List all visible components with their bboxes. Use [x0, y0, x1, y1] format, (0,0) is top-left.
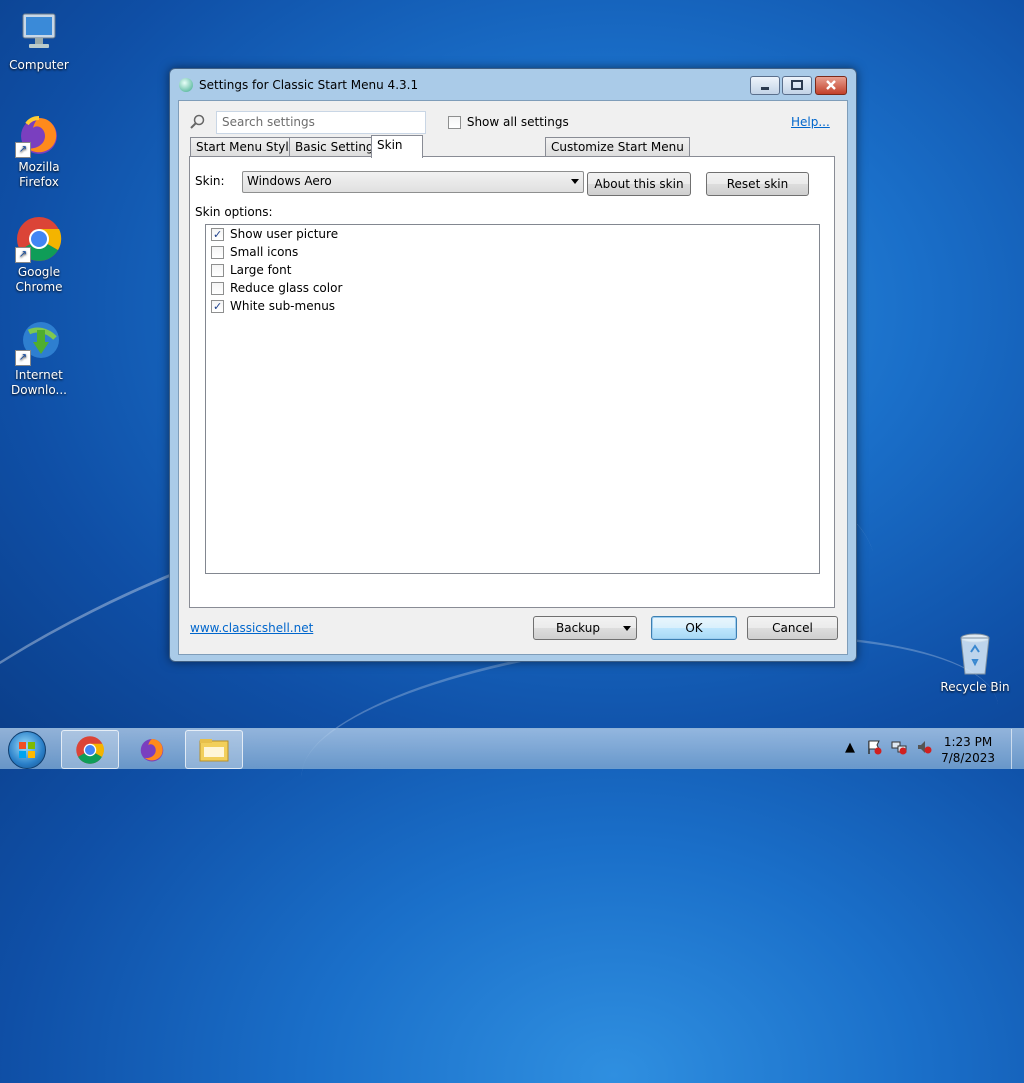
tab-start-menu-style[interactable]: Start Menu Style — [190, 137, 303, 157]
desktop-icon-label: Chrome — [15, 280, 63, 294]
show-all-settings-checkbox[interactable]: Show all settings — [448, 115, 569, 129]
tab-customize-start-menu[interactable]: Customize Start Menu — [545, 137, 690, 157]
skin-selected-value: Windows Aero — [247, 174, 332, 188]
desktop-icon-label: Computer — [9, 58, 69, 72]
shortcut-arrow-icon: ↗ — [15, 142, 31, 158]
skin-select[interactable]: Windows Aero — [242, 171, 584, 193]
option-label: Large font — [230, 263, 292, 277]
list-item[interactable]: Large font — [211, 261, 291, 279]
desktop-icon-label: Internet — [15, 368, 63, 382]
firefox-icon: ↗ — [15, 110, 63, 158]
checkbox[interactable] — [211, 282, 224, 295]
maximize-icon — [791, 80, 803, 90]
checkbox[interactable] — [448, 116, 461, 129]
desktop-icon-computer[interactable]: Computer — [2, 8, 76, 73]
search-placeholder: Search settings — [222, 115, 315, 129]
checkbox[interactable] — [211, 226, 224, 244]
desktop-icon-label: Recycle Bin — [940, 680, 1010, 694]
maximize-button[interactable] — [782, 76, 812, 95]
option-label: Reduce glass color — [230, 281, 343, 295]
skin-tab-panel: Skin: Windows Aero About this skin Reset… — [189, 156, 835, 608]
taskbar-file-explorer-button[interactable] — [185, 730, 243, 769]
taskbar-firefox-button[interactable] — [124, 730, 180, 767]
search-icon — [190, 114, 205, 129]
desktop-icon-label: Google — [17, 265, 61, 279]
window-title: Settings for Classic Start Menu 4.3.1 — [199, 78, 419, 92]
list-item[interactable]: Reduce glass color — [211, 279, 342, 297]
skin-options-label: Skin options: — [195, 205, 273, 219]
recycle-bin-icon — [951, 630, 999, 678]
option-label: White sub-menus — [230, 299, 336, 313]
desktop-icon-firefox[interactable]: ↗ Mozilla Firefox — [2, 110, 76, 190]
settings-client-area: Search settings Show all settings Help..… — [178, 100, 848, 655]
shortcut-arrow-icon: ↗ — [15, 350, 31, 366]
shortcut-arrow-icon: ↗ — [15, 247, 31, 263]
list-item[interactable]: Small icons — [211, 243, 298, 261]
backup-label: Backup — [556, 621, 600, 635]
chrome-icon — [76, 736, 104, 764]
minimize-button[interactable] — [750, 76, 780, 95]
network-icon[interactable] — [891, 739, 907, 755]
firefox-icon — [140, 739, 164, 762]
close-icon — [826, 80, 836, 90]
ok-button[interactable]: OK — [651, 616, 737, 640]
computer-icon — [15, 8, 63, 56]
file-explorer-icon — [199, 739, 229, 762]
reset-skin-button[interactable]: Reset skin — [706, 172, 809, 196]
volume-muted-icon[interactable] — [916, 739, 932, 755]
settings-window: Settings for Classic Start Menu 4.3.1 Se… — [169, 68, 857, 662]
clock-time: 1:23 PM — [943, 735, 993, 749]
internet-download-manager-icon: ↗ — [15, 318, 63, 366]
list-item[interactable]: Show user picture — [211, 225, 339, 244]
taskbar-chrome-button[interactable] — [61, 730, 119, 769]
classic-shell-icon — [179, 78, 193, 92]
action-center-icon[interactable] — [866, 739, 882, 755]
skin-label: Skin: — [195, 174, 225, 188]
clock-date: 7/8/2023 — [941, 751, 995, 765]
backup-button[interactable]: Backup — [533, 616, 637, 640]
desktop-icon-label: Firefox — [19, 175, 59, 189]
checkbox[interactable] — [211, 264, 224, 277]
close-button[interactable] — [815, 76, 847, 95]
desktop-icon-internet-download-manager[interactable]: ↗ Internet Downlo... — [2, 318, 76, 398]
taskbar: ▲ 1:23 PM 7/8/2023 — [0, 728, 1024, 769]
desktop-icon-label: Downlo... — [11, 383, 67, 397]
about-this-skin-button[interactable]: About this skin — [587, 172, 691, 196]
tab-skin[interactable]: Skin — [371, 135, 423, 158]
desktop-icon-label: Mozilla — [18, 160, 60, 174]
show-all-settings-label: Show all settings — [466, 115, 569, 129]
windows-logo-icon — [19, 742, 35, 758]
search-input[interactable]: Search settings — [216, 111, 426, 134]
minimize-icon — [761, 87, 769, 90]
start-button[interactable] — [8, 731, 46, 769]
chevron-down-icon — [571, 179, 579, 184]
title-bar[interactable]: Settings for Classic Start Menu 4.3.1 — [170, 69, 856, 101]
chrome-icon: ↗ — [15, 215, 63, 263]
desktop-icon-chrome[interactable]: ↗ Google Chrome — [2, 215, 76, 295]
show-hidden-icons-icon[interactable]: ▲ — [845, 740, 855, 755]
chevron-down-icon — [623, 626, 631, 631]
help-link[interactable]: Help... — [791, 115, 830, 129]
cancel-button[interactable]: Cancel — [747, 616, 838, 640]
option-label: Small icons — [230, 245, 299, 259]
checkbox[interactable] — [211, 298, 224, 316]
show-desktop-button[interactable] — [1011, 729, 1024, 769]
desktop-icon-recycle-bin[interactable]: Recycle Bin — [938, 630, 1012, 695]
skin-options-list[interactable]: Show user picture Small icons Large font… — [205, 224, 820, 574]
clock[interactable]: 1:23 PM 7/8/2023 — [941, 734, 995, 766]
checkbox[interactable] — [211, 246, 224, 259]
website-link[interactable]: www.classicshell.net — [190, 621, 313, 635]
option-label: Show user picture — [230, 227, 339, 241]
list-item[interactable]: White sub-menus — [211, 297, 336, 316]
